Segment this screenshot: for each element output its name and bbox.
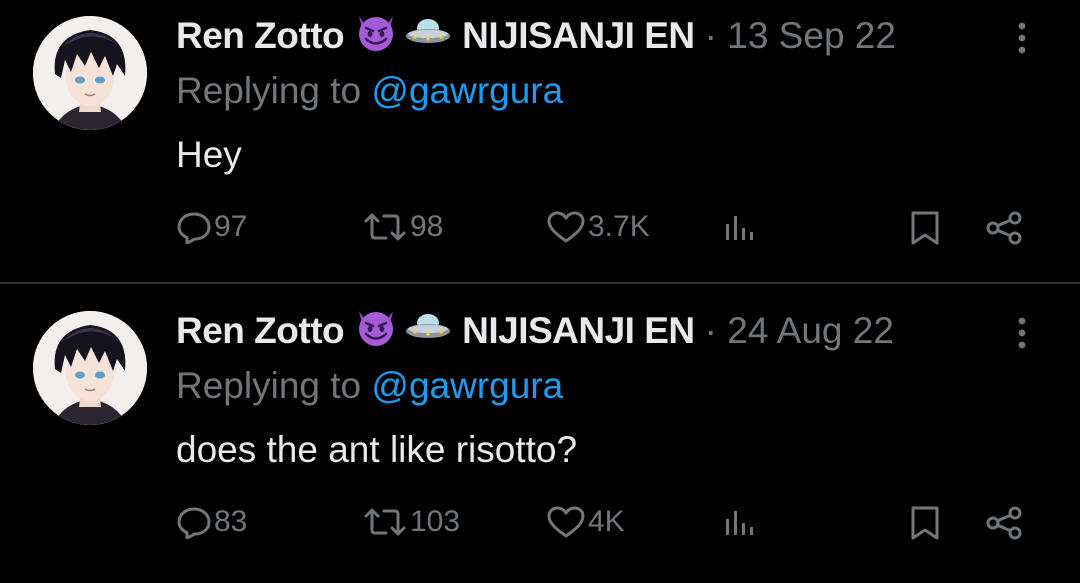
- tweet-header: Ren Zotto NIJISANJI EN: [176, 12, 896, 60]
- share-icon: [986, 506, 1022, 540]
- separator: ·: [704, 310, 717, 351]
- author-affiliation: NIJISANJI EN: [462, 15, 695, 56]
- retweet-count: 98: [410, 210, 444, 243]
- reply-handle-link[interactable]: @gawrgura: [371, 70, 563, 111]
- reply-button[interactable]: 83: [176, 505, 247, 539]
- like-count: 4K: [588, 505, 625, 538]
- views-button[interactable]: [722, 505, 758, 539]
- smiling-devil-emoji-icon: [354, 12, 398, 61]
- bookmark-button[interactable]: [908, 505, 942, 541]
- author-affiliation: NIJISANJI EN: [462, 310, 695, 351]
- ufo-emoji-icon: [404, 12, 452, 61]
- bookmark-button[interactable]: [908, 210, 942, 246]
- views-button[interactable]: [722, 210, 758, 244]
- avatar[interactable]: [33, 16, 147, 130]
- ufo-emoji-icon: [404, 307, 452, 356]
- reply-count: 97: [214, 210, 248, 243]
- avatar[interactable]: [33, 311, 147, 425]
- like-button[interactable]: 3.7K: [546, 210, 650, 244]
- tweet[interactable]: Ren Zotto NIJISANJI EN: [0, 0, 1080, 283]
- more-icon[interactable]: [1012, 18, 1032, 58]
- reply-icon: [177, 212, 211, 244]
- tweet-date-value: 24 Aug 22: [727, 310, 894, 351]
- bookmark-icon: [911, 211, 939, 245]
- retweet-button[interactable]: 98: [362, 210, 443, 244]
- smiling-devil-emoji-icon: [354, 307, 398, 356]
- separator: ·: [704, 15, 717, 56]
- more-icon[interactable]: [1012, 313, 1032, 353]
- views-icon: [726, 216, 753, 240]
- tweet-actions: 97 98 3.7K: [0, 210, 1080, 254]
- replying-to: Replying to @gawrgura: [176, 365, 563, 407]
- replying-to-label: Replying to: [176, 70, 362, 111]
- tweet-date-value: 13 Sep 22: [727, 15, 896, 56]
- share-button[interactable]: [984, 505, 1024, 541]
- tweet-actions: 83 103 4K: [0, 505, 1080, 549]
- tweet-divider: [0, 282, 1080, 284]
- tweet-text: Hey: [176, 134, 242, 175]
- replying-to-label: Replying to: [176, 365, 362, 406]
- tweet-date[interactable]: · 13 Sep 22: [705, 15, 896, 57]
- like-icon: [547, 506, 585, 538]
- reply-button[interactable]: 97: [176, 210, 247, 244]
- like-icon: [547, 211, 585, 243]
- like-count: 3.7K: [588, 210, 650, 243]
- replying-to: Replying to @gawrgura: [176, 70, 563, 112]
- reply-handle-link[interactable]: @gawrgura: [371, 365, 563, 406]
- author-name[interactable]: Ren Zotto: [176, 15, 345, 57]
- retweet-count: 103: [410, 505, 461, 538]
- tweet-header: Ren Zotto NIJISANJI EN: [176, 307, 894, 355]
- views-icon: [726, 511, 753, 535]
- author-name[interactable]: Ren Zotto: [176, 310, 345, 352]
- reply-count: 83: [214, 505, 248, 538]
- reply-icon: [177, 507, 211, 539]
- share-button[interactable]: [984, 210, 1024, 246]
- share-icon: [986, 211, 1022, 245]
- tweet-text: does the ant like risotto?: [176, 429, 578, 470]
- retweet-icon: [364, 508, 406, 536]
- retweet-icon: [364, 213, 406, 241]
- tweet[interactable]: Ren Zotto NIJISANJI EN: [0, 295, 1080, 578]
- tweet-date[interactable]: · 24 Aug 22: [705, 310, 894, 352]
- like-button[interactable]: 4K: [546, 505, 625, 539]
- bookmark-icon: [911, 506, 939, 540]
- retweet-button[interactable]: 103: [362, 505, 460, 539]
